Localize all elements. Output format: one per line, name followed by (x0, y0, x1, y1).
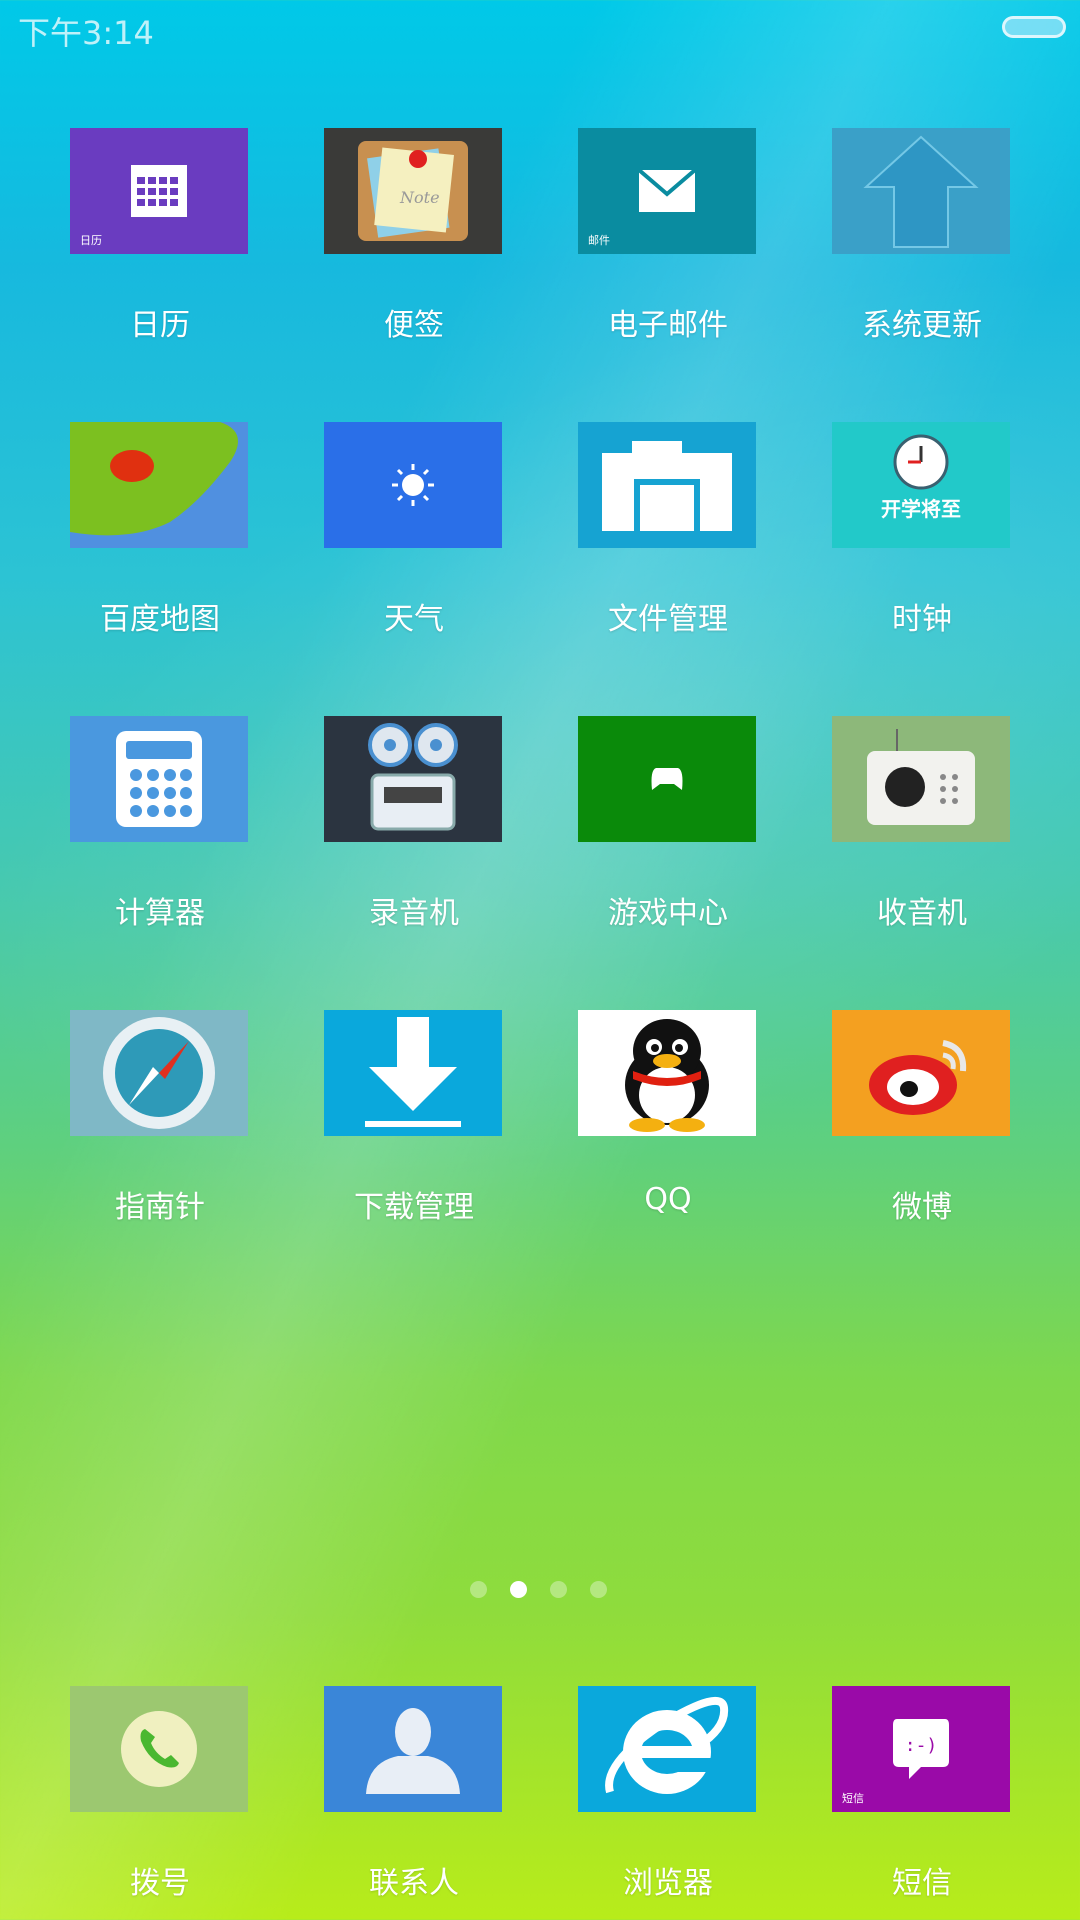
svg-text::-): :-) (905, 1735, 938, 1756)
app-label: 浏览器 (623, 1866, 713, 1901)
dock-app[interactable]: :-) 短信 短信 (832, 1686, 1012, 1902)
page-dot[interactable] (550, 1581, 567, 1598)
page-dot[interactable] (470, 1581, 487, 1598)
app-label: 拨号 (130, 1866, 190, 1901)
page-dot[interactable] (590, 1581, 607, 1598)
tile-caption: 短信 (842, 1792, 864, 1805)
page-indicator[interactable] (470, 1581, 620, 1601)
dock: 拨号 联系人 浏览器:-) 短信 短信 (0, 0, 1080, 1901)
app-label: 短信 (892, 1866, 952, 1901)
dock-app[interactable]: 拨号 (70, 1686, 250, 1902)
sms-icon[interactable]: :-) 短信 (832, 1686, 1010, 1812)
app-label: 联系人 (369, 1866, 459, 1901)
phone-icon[interactable] (70, 1686, 248, 1812)
ie-browser-icon[interactable] (578, 1686, 756, 1812)
page-dot[interactable] (510, 1581, 527, 1598)
dock-app[interactable]: 浏览器 (578, 1686, 758, 1902)
dock-app[interactable]: 联系人 (324, 1686, 504, 1902)
contact-icon[interactable] (324, 1686, 502, 1812)
